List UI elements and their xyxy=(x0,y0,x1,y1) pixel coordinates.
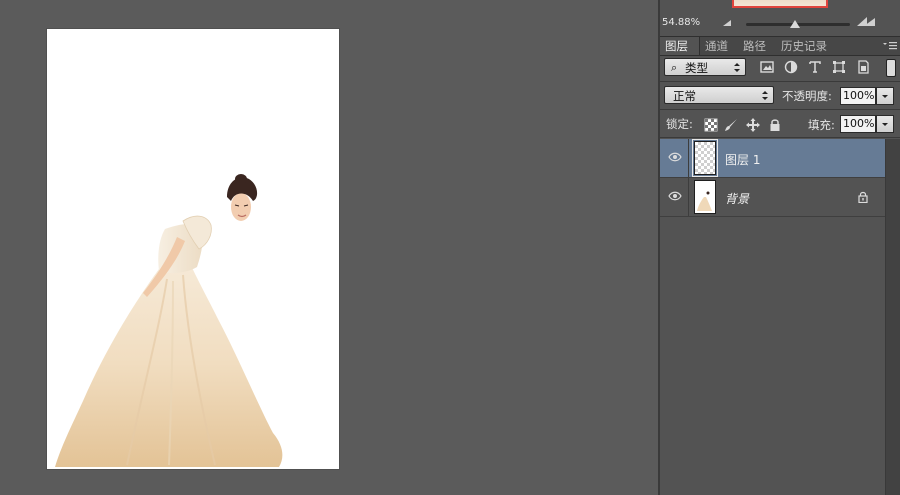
smart-object-filter-icon[interactable] xyxy=(856,60,870,74)
select-arrows-icon xyxy=(762,91,768,100)
layer-thumbnail[interactable] xyxy=(694,180,716,214)
lock-label: 锁定: xyxy=(666,117,693,131)
search-icon: ⌕ xyxy=(671,61,678,74)
divider xyxy=(688,139,689,177)
blend-mode-select[interactable]: 正常 xyxy=(664,86,774,104)
zoom-slider-thumb[interactable] xyxy=(790,20,800,28)
layers-panel-dock: 54.88% 图层 通道 路径 历史记录 ⌕ 类型 正常 不透明度: 100% … xyxy=(660,0,900,495)
background-thumbnail-image xyxy=(697,191,712,211)
blend-row: 正常 不透明度: 100% xyxy=(660,84,900,108)
panel-menu-icon[interactable] xyxy=(883,40,897,51)
layer-name[interactable]: 图层 1 xyxy=(725,151,760,168)
lock-icon xyxy=(858,191,868,203)
fill-label: 填充: xyxy=(808,118,835,132)
tab-channels[interactable]: 通道 xyxy=(700,37,738,55)
tab-paths[interactable]: 路径 xyxy=(738,37,776,55)
layer-row-layer-1[interactable]: 图层 1 xyxy=(660,139,885,178)
layer-filter-row: ⌕ 类型 xyxy=(660,56,900,81)
layers-scrollbar[interactable] xyxy=(885,139,900,495)
fill-field[interactable]: 100% xyxy=(840,115,876,133)
document-canvas[interactable] xyxy=(47,29,339,469)
opacity-dropdown-button[interactable] xyxy=(876,87,894,105)
lock-transparent-pixels-icon[interactable] xyxy=(704,118,718,132)
lock-position-move-icon[interactable] xyxy=(746,118,760,132)
shape-filter-icon[interactable] xyxy=(832,60,846,74)
divider xyxy=(660,109,900,110)
zoom-in-icon[interactable] xyxy=(856,16,876,27)
select-arrows-icon xyxy=(734,63,740,72)
navigator-zoom-value[interactable]: 54.88% xyxy=(662,17,700,28)
layer-name[interactable]: 背景 xyxy=(725,190,749,207)
layers-list: 图层 1 背景 xyxy=(660,139,885,495)
bride-photo xyxy=(55,174,283,467)
divider xyxy=(688,178,689,216)
navigator-panel: 54.88% xyxy=(660,0,900,36)
layer-row-background[interactable]: 背景 xyxy=(660,178,885,217)
opacity-field[interactable]: 100% xyxy=(840,87,876,105)
navigator-view-box[interactable] xyxy=(732,0,828,8)
zoom-out-icon[interactable] xyxy=(722,19,734,27)
layer-thumbnail[interactable] xyxy=(692,139,718,177)
type-filter-icon[interactable] xyxy=(808,60,822,74)
eye-icon[interactable] xyxy=(668,191,682,201)
lock-all-icon[interactable] xyxy=(768,118,782,132)
panel-tab-bar: 图层 通道 路径 历史记录 xyxy=(660,36,900,56)
opacity-label: 不透明度: xyxy=(782,89,832,103)
filter-toggle-switch[interactable] xyxy=(886,59,896,77)
image-filter-icon[interactable] xyxy=(760,60,774,74)
dress-skirt xyxy=(55,261,283,467)
divider xyxy=(660,81,900,82)
tab-history[interactable]: 历史记录 xyxy=(776,37,836,55)
lock-image-pixels-brush-icon[interactable] xyxy=(724,118,738,132)
fill-dropdown-button[interactable] xyxy=(876,115,894,133)
canvas-workspace[interactable] xyxy=(0,0,658,495)
eye-icon[interactable] xyxy=(668,152,682,162)
lock-row: 锁定: 填充: 100% xyxy=(660,112,900,136)
divider xyxy=(660,137,900,138)
adjustment-filter-icon[interactable] xyxy=(784,60,798,74)
tab-layers[interactable]: 图层 xyxy=(660,37,700,55)
filter-kind-select[interactable]: ⌕ 类型 xyxy=(664,58,746,76)
